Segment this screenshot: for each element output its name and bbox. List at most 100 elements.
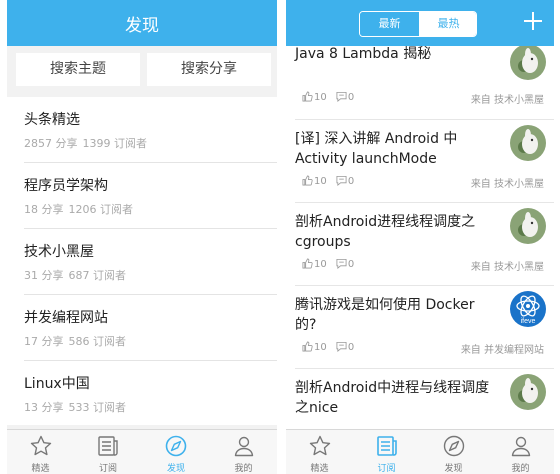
topic-subscriber-count: 1399 订阅者	[82, 137, 148, 150]
article-source[interactable]: 来自 技术小黑屋	[471, 91, 544, 106]
article-title-line: 剖析Android中进程与线程调度	[295, 380, 490, 396]
article-item[interactable]: 腾讯游戏是如何使用 Docker 的? 10 0 来自 并发编程网站 ifeve	[286, 291, 554, 371]
tab-label: 订阅	[377, 464, 396, 474]
topic-subscriber-count: 533 订阅者	[68, 401, 127, 414]
search-topic-button[interactable]: 搜索主题	[16, 53, 140, 86]
divider	[295, 119, 554, 120]
tab-featured[interactable]: 精选	[286, 430, 353, 474]
article-title-line: 之nice	[295, 400, 339, 416]
thumbs-up-icon	[302, 91, 313, 102]
tab-me[interactable]: 我的	[210, 430, 277, 474]
topic-share-count: 31 分享	[24, 269, 64, 282]
article-title: Java 8 Lambda 揭秘	[295, 46, 495, 64]
like-stat[interactable]: 10	[302, 175, 327, 187]
topic-subscriber-count: 586 订阅者	[68, 335, 127, 348]
article-source[interactable]: 来自 技术小黑屋	[471, 258, 544, 273]
article-item[interactable]: [译] 深入讲解 Android 中 Activity launchMode 10…	[286, 125, 554, 205]
topic-title: 技术小黑屋	[24, 244, 94, 260]
topic-subscriber-count: 1206 订阅者	[68, 203, 134, 216]
divider	[295, 285, 554, 286]
tab-label: 我的	[234, 464, 253, 474]
search-share-button[interactable]: 搜索分享	[147, 53, 271, 86]
topic-title: Linux中国	[24, 376, 90, 392]
tab-label: 精选	[31, 464, 50, 474]
tab-me[interactable]: 我的	[487, 430, 554, 474]
topic-item[interactable]: Linux中国 13 分享 533 订阅者	[7, 361, 277, 425]
tab-label: 订阅	[98, 464, 117, 474]
comment-stat[interactable]: 0	[336, 175, 354, 187]
compass-icon	[443, 435, 464, 457]
article-stats: 10 0	[302, 175, 360, 187]
article-item[interactable]: Java 8 Lambda 揭秘 10 0 来自 技术小黑屋	[286, 46, 554, 120]
page-title: 发现	[125, 16, 159, 36]
tab-bar: 精选 订阅 发现 我的	[286, 429, 554, 474]
like-stat[interactable]: 10	[302, 91, 327, 103]
topic-item[interactable]: 头条精选 2857 分享 1399 订阅者	[7, 97, 277, 163]
thumbs-up-icon	[302, 258, 313, 269]
comment-stat[interactable]: 0	[336, 91, 354, 103]
segment-newest[interactable]: 最新	[360, 12, 419, 36]
like-stat[interactable]: 10	[302, 341, 327, 353]
tab-subscribe[interactable]: 订阅	[74, 430, 142, 474]
like-stat[interactable]: 10	[302, 258, 327, 270]
divider	[295, 202, 554, 203]
topic-meta: 2857 分享 1399 订阅者	[24, 135, 152, 151]
svg-text:ifeve: ifeve	[521, 318, 536, 325]
comment-stat[interactable]: 0	[336, 341, 354, 353]
topic-meta: 31 分享 687 订阅者	[24, 267, 131, 283]
tab-discover[interactable]: 发现	[420, 430, 487, 474]
article-source[interactable]: 来自 并发编程网站	[461, 341, 544, 356]
article-item[interactable]: 剖析Android进程线程调度之 cgroups 10 0 来自 技术小黑屋	[286, 208, 554, 288]
tab-label: 我的	[511, 464, 530, 474]
topic-share-count: 13 分享	[24, 401, 64, 414]
tab-bar: 精选 订阅 发现 我的	[7, 429, 277, 474]
tab-featured[interactable]: 精选	[7, 430, 74, 474]
topic-meta: 13 分享 533 订阅者	[24, 399, 131, 415]
topic-title: 头条精选	[24, 112, 80, 128]
bird-avatar	[510, 46, 546, 80]
discover-screen: 发现 搜索主题 搜索分享 头条精选 2857 分享 1399 订阅者 程序员学架构…	[7, 0, 277, 474]
topic-title: 程序员学架构	[24, 178, 108, 194]
topic-share-count: 2857 分享	[24, 137, 78, 150]
person-icon	[511, 436, 530, 457]
topic-meta: 17 分享 586 订阅者	[24, 333, 131, 349]
segment-hottest[interactable]: 最热	[419, 12, 476, 36]
comment-stat[interactable]: 0	[336, 258, 354, 270]
bird-avatar	[510, 374, 546, 410]
comment-icon	[336, 91, 347, 102]
tab-label: 发现	[444, 464, 463, 474]
topic-item[interactable]: 程序员学架构 18 分享 1206 订阅者	[7, 163, 277, 229]
comment-count: 0	[347, 176, 355, 187]
plus-icon[interactable]	[521, 9, 545, 33]
topic-share-count: 18 分享	[24, 203, 64, 216]
subscribe-screen: 最新 最热 Java 8 Lambda 揭秘 10 0 来自 技术小黑屋 [译]…	[286, 0, 554, 474]
article-title: 剖析Android中进程与线程调度 之nice	[295, 378, 495, 418]
like-count: 10	[314, 92, 327, 103]
article-source[interactable]: 来自 技术小黑屋	[471, 175, 544, 190]
topic-item[interactable]: 并发编程网站 17 分享 586 订阅者	[7, 295, 277, 361]
article-title-line: Activity launchMode	[295, 151, 437, 167]
star-icon	[30, 435, 51, 456]
article-title: 剖析Android进程线程调度之 cgroups	[295, 212, 495, 252]
like-count: 10	[314, 259, 327, 270]
article-title-line: 腾讯游戏是如何使用 Docker	[295, 297, 475, 313]
topic-subscriber-count: 687 订阅者	[68, 269, 127, 282]
topic-item[interactable]: 技术小黑屋 31 分享 687 订阅者	[7, 229, 277, 295]
article-item[interactable]: 剖析Android中进程与线程调度 之nice	[286, 374, 554, 429]
article-title-line: [译] 深入讲解 Android 中	[295, 131, 458, 147]
thumbs-up-icon	[302, 341, 313, 352]
topic-title: 并发编程网站	[24, 310, 108, 326]
compass-icon	[165, 435, 187, 457]
article-title-line: 的?	[295, 317, 317, 333]
thumbs-up-icon	[302, 175, 313, 186]
tab-subscribe[interactable]: 订阅	[353, 430, 420, 474]
discover-header: 发现	[7, 0, 277, 46]
tab-label: 发现	[166, 464, 185, 474]
comment-icon	[336, 258, 347, 269]
article-title: [译] 深入讲解 Android 中 Activity launchMode	[295, 129, 495, 169]
article-title-line: cgroups	[295, 234, 351, 250]
comment-count: 0	[347, 259, 355, 270]
tab-discover[interactable]: 发现	[142, 430, 210, 474]
like-count: 10	[314, 176, 327, 187]
news-icon	[376, 436, 397, 456]
